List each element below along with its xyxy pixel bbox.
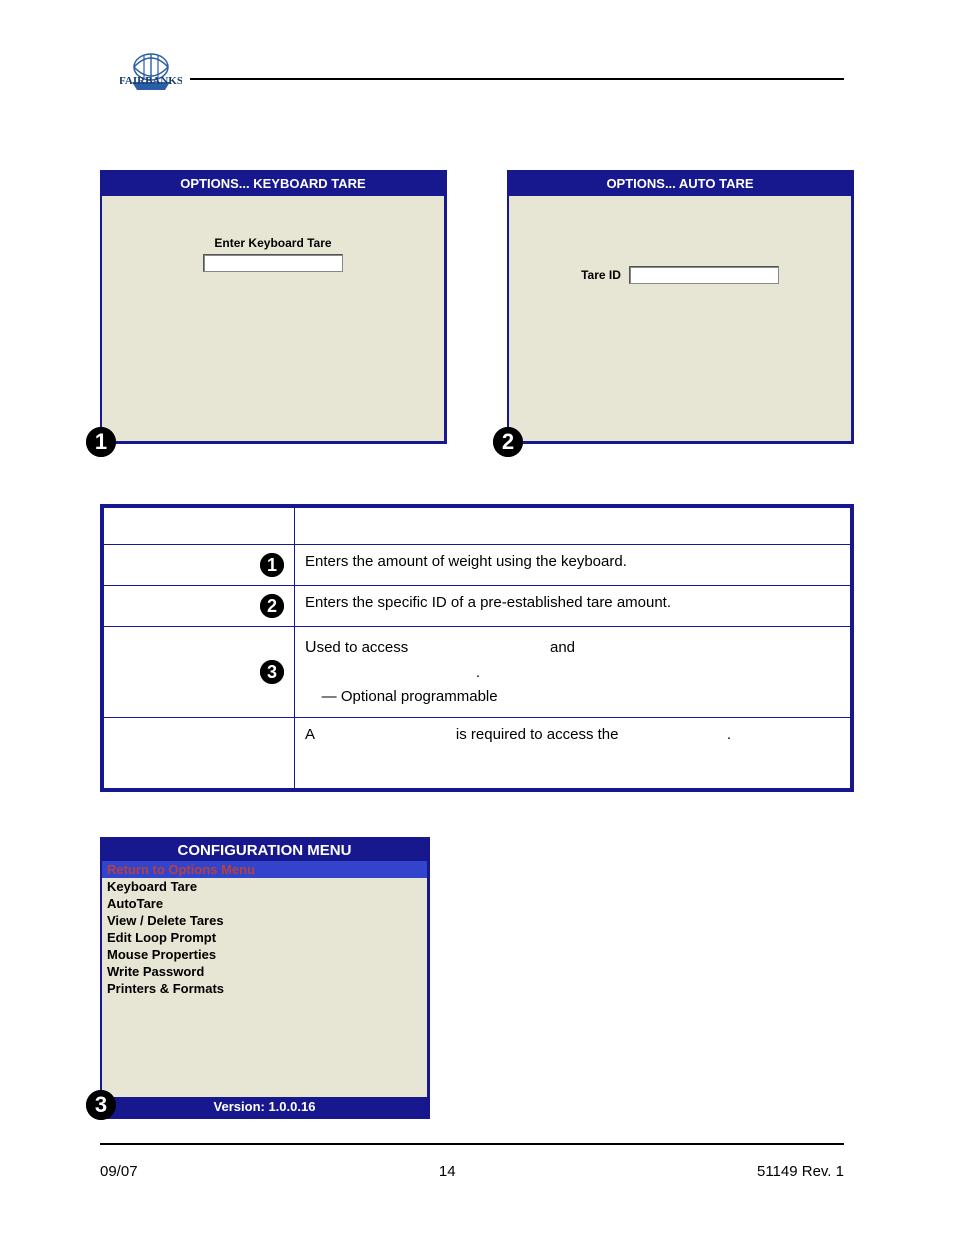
description-table: 1 Enters the amount of weight using the … <box>100 504 854 792</box>
table-row: 2 Enters the specific ID of a pre-establ… <box>104 586 851 627</box>
config-version: Version: 1.0.0.16 <box>102 1097 427 1116</box>
footer-page-number: 14 <box>439 1163 456 1180</box>
config-item-autotare[interactable]: AutoTare <box>102 895 427 912</box>
footer-rule <box>100 1143 844 1145</box>
label-tare-id: Tare ID <box>581 268 621 282</box>
callout-badge-3: 3 <box>86 1090 116 1120</box>
config-menu-panel: CONFIGURATION MENU Return to Options Men… <box>100 837 430 1119</box>
header-rule <box>190 78 844 80</box>
config-menu-list: Return to Options Menu Keyboard Tare Aut… <box>102 861 427 997</box>
panel-title-keyboard-tare: OPTIONS... KEYBOARD TARE <box>102 173 444 196</box>
row-text-1: Enters the amount of weight using the ke… <box>295 545 851 586</box>
config-item-write-password[interactable]: Write Password <box>102 963 427 980</box>
config-item-edit-loop-prompt[interactable]: Edit Loop Prompt <box>102 929 427 946</box>
logo-text: FAIRBANKS <box>120 75 182 87</box>
row-text-3: Used to access and . — Optional programm… <box>295 627 851 718</box>
row-badge-2: 2 <box>260 594 284 618</box>
table-row: A is required to access the . <box>104 717 851 788</box>
config-item-view-delete-tares[interactable]: View / Delete Tares <box>102 912 427 929</box>
callout-badge-1: 1 <box>86 427 116 457</box>
label-enter-keyboard-tare: Enter Keyboard Tare <box>132 236 414 250</box>
config-menu-title: CONFIGURATION MENU <box>102 840 427 861</box>
row-text-4: A is required to access the . <box>295 717 851 788</box>
table-row: 3 Used to access and . — Optional progra… <box>104 627 851 718</box>
brand-logo: FAIRBANKS <box>120 52 182 101</box>
page-footer: 09/07 14 51149 Rev. 1 <box>100 1163 844 1180</box>
row-badge-1: 1 <box>260 553 284 577</box>
row-text-2: Enters the specific ID of a pre-establis… <box>295 586 851 627</box>
panel-keyboard-tare: OPTIONS... KEYBOARD TARE Enter Keyboard … <box>100 170 447 444</box>
input-tare-id[interactable] <box>629 266 779 284</box>
footer-date: 09/07 <box>100 1163 138 1180</box>
input-keyboard-tare[interactable] <box>203 254 343 272</box>
config-item-return[interactable]: Return to Options Menu <box>102 861 427 878</box>
panel-title-auto-tare: OPTIONS... AUTO TARE <box>509 173 851 196</box>
row-badge-3: 3 <box>260 660 284 684</box>
callout-badge-2: 2 <box>493 427 523 457</box>
config-item-keyboard-tare[interactable]: Keyboard Tare <box>102 878 427 895</box>
config-item-printers-formats[interactable]: Printers & Formats <box>102 980 427 997</box>
table-row: 1 Enters the amount of weight using the … <box>104 545 851 586</box>
footer-doc-rev: 51149 Rev. 1 <box>757 1163 844 1180</box>
panel-auto-tare: OPTIONS... AUTO TARE Tare ID 2 <box>507 170 854 444</box>
config-item-mouse-properties[interactable]: Mouse Properties <box>102 946 427 963</box>
